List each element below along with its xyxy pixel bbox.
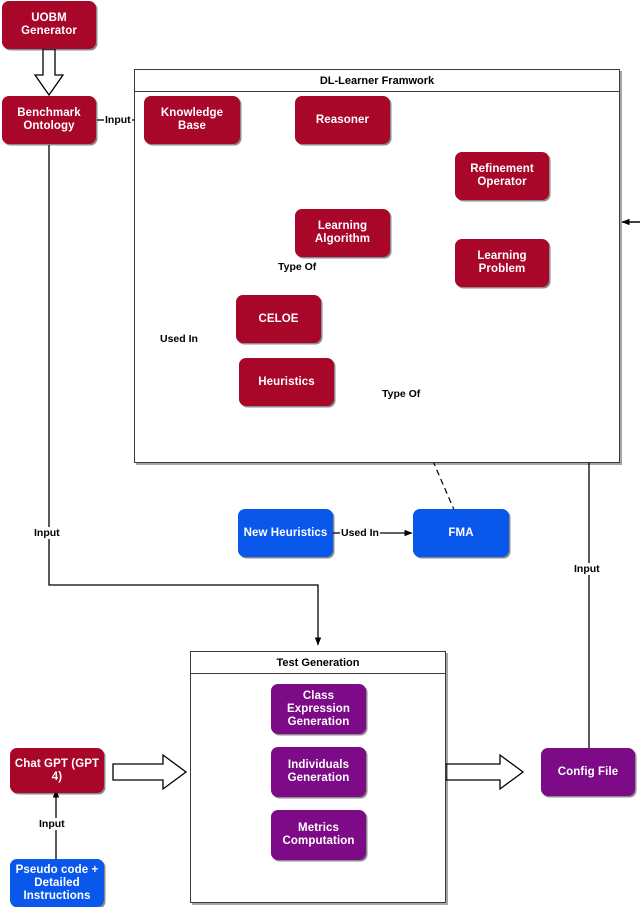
node-learning-problem[interactable]: Learning Problem	[455, 239, 549, 287]
test-generation-title: Test Generation	[191, 652, 445, 674]
framework-title: DL-Learner Framwork	[135, 70, 619, 92]
node-heuristics[interactable]: Heuristics	[239, 358, 334, 406]
node-config-file[interactable]: Config File	[541, 748, 635, 796]
diagram-canvas: DL-Learner Framwork Test Generation UOBM…	[0, 0, 640, 907]
node-metrics-computation[interactable]: Metrics Computation	[271, 810, 366, 860]
edge-label-type-of-celoe: Type Of	[277, 261, 318, 273]
edge-label-input-pseudocode-chatgpt: Input	[38, 818, 66, 830]
node-chat-gpt[interactable]: Chat GPT (GPT 4)	[10, 748, 104, 793]
edge-label-input-right-config: Input	[573, 563, 601, 575]
node-uobm-generator[interactable]: UOBM Generator	[2, 1, 96, 49]
edge-label-input-ontology-testgen: Input	[33, 527, 61, 539]
arrow-chatgpt-to-test-generation	[112, 753, 188, 791]
node-benchmark-ontology[interactable]: Benchmark Ontology	[2, 96, 96, 144]
edge-label-used-in-fma: Used In	[340, 527, 380, 539]
edge-label-type-of-fma: Type Of	[381, 388, 422, 400]
node-pseudo-code[interactable]: Pseudo code + Detailed Instructions	[10, 859, 104, 907]
node-celoe[interactable]: CELOE	[236, 295, 321, 343]
edge-label-input-ontology-kb: Input	[104, 114, 132, 126]
node-knowledge-base[interactable]: Knowledge Base	[144, 96, 240, 144]
node-class-expression-generation[interactable]: Class Expression Generation	[271, 684, 366, 734]
node-reasoner[interactable]: Reasoner	[295, 96, 390, 144]
node-refinement-operator[interactable]: Refinement Operator	[455, 152, 549, 200]
arrow-test-generation-to-config	[445, 753, 525, 791]
node-individuals-generation[interactable]: Individuals Generation	[271, 747, 366, 797]
node-learning-algorithm[interactable]: Learning Algorithm	[295, 209, 390, 257]
node-fma[interactable]: FMA	[413, 509, 509, 557]
node-new-heuristics[interactable]: New Heuristics	[238, 509, 333, 557]
arrow-uobm-to-ontology	[33, 48, 65, 97]
edge-label-used-in-celoe: Used In	[159, 333, 199, 345]
